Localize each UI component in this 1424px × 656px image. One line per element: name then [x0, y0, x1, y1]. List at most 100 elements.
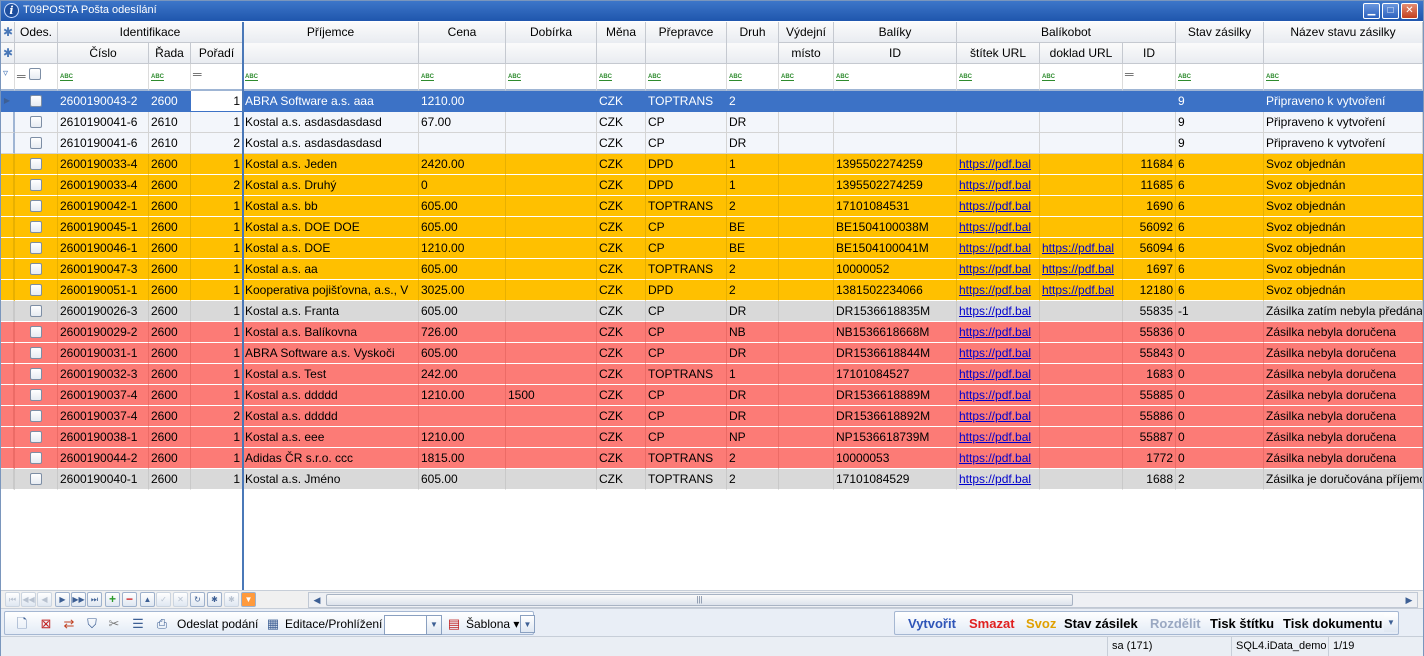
cell-stitek[interactable]: https://pdf.bal — [957, 175, 1040, 196]
row-send-checkbox[interactable] — [30, 452, 42, 464]
row-indicator[interactable] — [1, 427, 15, 448]
table-row[interactable]: 2600190044-2 2600 1 Adidas ČR s.r.o. ccc 181… — [1, 448, 1423, 469]
row-indicator[interactable] — [1, 364, 15, 385]
col-group-balikobot[interactable]: Balíkobot — [957, 22, 1176, 43]
filter-prepravce[interactable]: ABC — [646, 64, 727, 91]
filter-misto[interactable]: ABC — [779, 64, 834, 91]
swap-icon[interactable]: ⇄ — [60, 615, 78, 633]
cell-doklad[interactable]: https://pdf.bal — [1040, 238, 1123, 259]
table-row[interactable]: 2600190033-4 2600 2 Kostal a.s. Druhý 0 CZK DP… — [1, 175, 1423, 196]
next-record-icon[interactable]: ▶ — [55, 592, 70, 607]
row-indicator[interactable] — [1, 469, 15, 490]
col-header-stitek-url[interactable]: štítek URL — [957, 43, 1040, 64]
col-header-balikobot-id[interactable]: ID — [1123, 43, 1176, 64]
col-header-mena[interactable]: Měna — [597, 22, 646, 43]
row-send-checkbox[interactable] — [30, 410, 42, 422]
chevron-down-icon[interactable]: ▼ — [520, 615, 535, 633]
horizontal-scrollbar[interactable]: ◀ ||| ▶ — [308, 592, 1418, 608]
col-header-rada[interactable]: Řada — [149, 43, 191, 64]
row-indicator[interactable] — [1, 259, 15, 280]
cell-stitek[interactable]: https://pdf.bal — [957, 322, 1040, 343]
prev-record-icon[interactable]: ◀ — [37, 592, 52, 607]
bookmark-icon[interactable]: ✱ — [207, 592, 222, 607]
new-document-icon[interactable]: 🗋 — [13, 615, 31, 633]
table-row[interactable]: 2600190026-3 2600 1 Kostal a.s. Franta 605.0… — [1, 301, 1423, 322]
cell-doklad[interactable] — [1040, 112, 1123, 133]
table-row[interactable]: 2600190037-4 2600 1 Kostal a.s. ddddd 1210.0… — [1, 385, 1423, 406]
cell-stitek[interactable]: https://pdf.bal — [957, 154, 1040, 175]
table-row[interactable]: 2600190042-1 2600 1 Kostal a.s. bb 605.00 CZK… — [1, 196, 1423, 217]
col-header-doklad-url[interactable]: doklad URL — [1040, 43, 1123, 64]
row-indicator[interactable] — [1, 406, 15, 427]
split-button[interactable]: Rozdělit — [1150, 616, 1201, 632]
delete-record-icon[interactable]: − — [122, 592, 137, 607]
row-indicator[interactable] — [1, 238, 15, 259]
cell-stitek[interactable]: https://pdf.bal — [957, 343, 1040, 364]
row-send-checkbox[interactable] — [30, 326, 42, 338]
row-indicator[interactable] — [1, 112, 15, 133]
last-page-icon[interactable]: ⏭ — [87, 592, 102, 607]
scroll-left-icon[interactable]: ◀ — [309, 593, 325, 607]
cell-stitek[interactable]: https://pdf.bal — [957, 427, 1040, 448]
table-row[interactable]: 2610190041-6 2610 1 Kostal a.s. asdasdasdas… — [1, 112, 1423, 133]
cell-stitek[interactable] — [957, 91, 1040, 112]
filter-prijemce[interactable]: ABC — [243, 64, 419, 91]
filter-icon[interactable]: ▼ — [241, 592, 256, 607]
table-row[interactable]: 2600190051-1 2600 1 Kooperativa pojišťovna,… — [1, 280, 1423, 301]
cell-stitek[interactable]: https://pdf.bal — [957, 364, 1040, 385]
row-send-checkbox[interactable] — [30, 242, 42, 254]
col-group-baliky[interactable]: Balíky — [834, 22, 957, 43]
row-indicator[interactable] — [1, 154, 15, 175]
table-row[interactable]: 2600190031-1 2600 1 ABRA Software a.s. Vysk… — [1, 343, 1423, 364]
row-send-checkbox[interactable] — [30, 389, 42, 401]
col-header-druh[interactable]: Druh — [727, 22, 779, 43]
row-indicator[interactable] — [1, 175, 15, 196]
row-send-checkbox[interactable] — [30, 347, 42, 359]
row-indicator[interactable] — [1, 343, 15, 364]
row-send-checkbox[interactable] — [30, 95, 42, 107]
col-header-dobirka[interactable]: Dobírka — [506, 22, 597, 43]
actions-more-dropdown[interactable]: ▼ — [1384, 614, 1398, 634]
filter-dobirka[interactable]: ABC — [506, 64, 597, 91]
filter-rada[interactable]: ABC — [149, 64, 191, 91]
cell-stitek[interactable]: https://pdf.bal — [957, 301, 1040, 322]
filter-poradi[interactable]: ═ — [191, 64, 243, 91]
row-send-checkbox[interactable] — [30, 431, 42, 443]
col-header-cena[interactable]: Cena — [419, 22, 506, 43]
template-dropdown[interactable]: Šablona ▾ — [466, 616, 519, 632]
cell-doklad[interactable] — [1040, 385, 1123, 406]
filter-doklad[interactable]: ABC — [1040, 64, 1123, 91]
table-row[interactable]: 2600190046-1 2600 1 Kostal a.s. DOE 1210.00 C… — [1, 238, 1423, 259]
cell-stitek[interactable]: https://pdf.bal — [957, 196, 1040, 217]
row-send-checkbox[interactable] — [30, 137, 42, 149]
delete-button[interactable]: Smazat — [969, 616, 1015, 632]
grid-corner-icon[interactable]: ✱ — [1, 22, 15, 43]
row-send-checkbox[interactable] — [30, 305, 42, 317]
close-button[interactable]: ✕ — [1401, 3, 1418, 19]
col-header-misto[interactable]: místo — [779, 43, 834, 64]
row-send-checkbox[interactable] — [30, 368, 42, 380]
cell-doklad[interactable] — [1040, 427, 1123, 448]
cell-doklad[interactable] — [1040, 364, 1123, 385]
delete-document-icon[interactable]: ⊠ — [37, 615, 55, 633]
cell-stitek[interactable]: https://pdf.bal — [957, 238, 1040, 259]
row-indicator[interactable] — [1, 217, 15, 238]
table-row[interactable]: ▶ 2600190043-2 2600 1 ABRA Software a.s. aaa… — [1, 91, 1423, 112]
row-send-checkbox[interactable] — [30, 221, 42, 233]
table-row[interactable]: 2600190032-3 2600 1 Kostal a.s. Test 242.00 C… — [1, 364, 1423, 385]
cell-doklad[interactable] — [1040, 217, 1123, 238]
cell-doklad[interactable]: https://pdf.bal — [1040, 280, 1123, 301]
edit-up-icon[interactable]: ▲ — [140, 592, 155, 607]
col-header-odes[interactable]: Odes. — [15, 22, 58, 43]
row-indicator[interactable] — [1, 301, 15, 322]
print-label-button[interactable]: Tisk štítku — [1210, 616, 1274, 632]
row-indicator[interactable] — [1, 322, 15, 343]
filter-baliky-id[interactable]: ABC — [834, 64, 957, 91]
col-header-stav[interactable]: Stav zásilky — [1176, 22, 1264, 43]
row-indicator[interactable]: ▶ — [1, 91, 15, 112]
prev-page-icon[interactable]: ◀◀ — [21, 592, 36, 607]
cell-doklad[interactable]: https://pdf.bal — [1040, 259, 1123, 280]
grid-row-header-icon[interactable]: ✱ — [1, 43, 15, 64]
col-header-vydejni[interactable]: Výdejní — [779, 22, 834, 43]
row-send-checkbox[interactable] — [30, 263, 42, 275]
